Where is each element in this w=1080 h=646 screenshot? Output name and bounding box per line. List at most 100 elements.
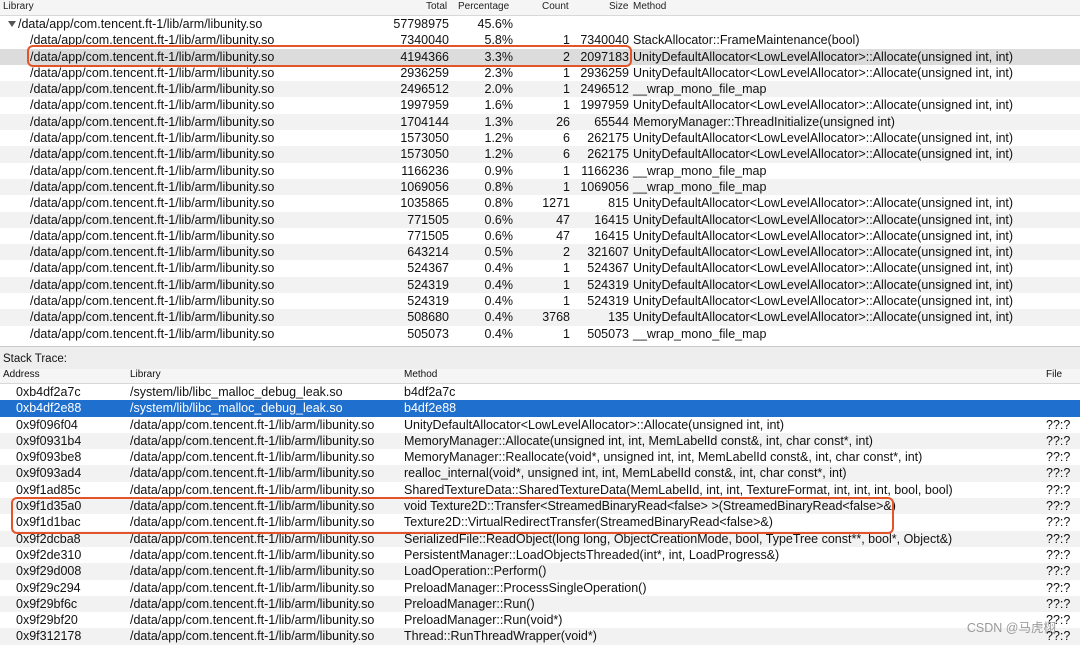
table-row[interactable]: /data/app/com.tencent.ft-1/lib/arm/libun…: [0, 260, 1080, 276]
stack-frame-row[interactable]: 0x9f1d1bac/data/app/com.tencent.ft-1/lib…: [0, 514, 1080, 530]
row-library: /data/app/com.tencent.ft-1/lib/arm/libun…: [30, 163, 275, 178]
row-library: /data/app/com.tencent.ft-1/lib/arm/libun…: [30, 114, 275, 129]
table-row[interactable]: /data/app/com.tencent.ft-1/lib/arm/libun…: [0, 65, 1080, 81]
row-library: /data/app/com.tencent.ft-1/lib/arm/libun…: [30, 179, 275, 194]
frame-file: ??:?: [1046, 564, 1071, 579]
row-percentage: 0.4%: [484, 294, 514, 309]
row-total: 1704144: [400, 114, 449, 129]
st-col-header-address[interactable]: Address: [3, 369, 40, 380]
stack-frame-row[interactable]: 0x9f2de310/data/app/com.tencent.ft-1/lib…: [0, 547, 1080, 563]
stack-frame-row[interactable]: 0x9f093ad4/data/app/com.tencent.ft-1/lib…: [0, 465, 1080, 482]
table-row[interactable]: /data/app/com.tencent.ft-1/lib/arm/libun…: [0, 178, 1080, 196]
disclosure-triangle-icon[interactable]: [8, 21, 16, 27]
stack-frame-row[interactable]: 0x9f312178/data/app/com.tencent.ft-1/lib…: [0, 628, 1080, 645]
row-library: /data/app/com.tencent.ft-1/lib/arm/libun…: [30, 131, 275, 146]
col-header-percentage[interactable]: Percentage: [458, 1, 509, 12]
row-method: UnityDefaultAllocator<LowLevelAllocator>…: [633, 277, 1014, 292]
stack-frame-row[interactable]: 0x9f093be8/data/app/com.tencent.ft-1/lib…: [0, 449, 1080, 465]
table-row[interactable]: /data/app/com.tencent.ft-1/lib/arm/libun…: [0, 211, 1080, 228]
st-col-header-library[interactable]: Library: [130, 369, 161, 380]
table-row[interactable]: /data/app/com.tencent.ft-1/lib/arm/libun…: [0, 309, 1080, 326]
row-percentage: 0.4%: [484, 277, 514, 292]
stack-frame-row[interactable]: 0xb4df2e88/system/lib/libc_malloc_debug_…: [0, 400, 1080, 417]
stack-trace-title: Stack Trace:: [3, 353, 67, 365]
row-size: 1166236: [581, 163, 629, 178]
row-size: 2097183: [580, 49, 629, 64]
table-row[interactable]: /data/app/com.tencent.ft-1/lib/arm/libun…: [0, 228, 1080, 244]
table-row[interactable]: /data/app/com.tencent.ft-1/lib/arm/libun…: [0, 244, 1080, 261]
row-total: 508680: [407, 310, 449, 325]
stack-frame-row[interactable]: 0xb4df2a7c/system/lib/libc_malloc_debug_…: [0, 384, 1080, 400]
table-row[interactable]: /data/app/com.tencent.ft-1/lib/arm/libun…: [0, 32, 1080, 48]
row-count: 1: [563, 163, 570, 178]
row-total: 1069056: [400, 179, 449, 194]
frame-file: ??:?: [1046, 547, 1071, 562]
col-header-size[interactable]: Size: [609, 1, 628, 12]
row-percentage: 5.8%: [484, 33, 514, 48]
row-size: 524319: [587, 277, 629, 292]
table-row[interactable]: /data/app/com.tencent.ft-1/lib/arm/libun…: [0, 195, 1080, 211]
frame-library: /data/app/com.tencent.ft-1/lib/arm/libun…: [130, 417, 375, 432]
table-row[interactable]: /data/app/com.tencent.ft-1/lib/arm/libun…: [0, 130, 1080, 146]
row-size: 524367: [587, 261, 629, 276]
st-col-header-file[interactable]: File: [1046, 369, 1062, 380]
allocations-table-body: /data/app/com.tencent.ft-1/lib/arm/libun…: [0, 16, 1080, 342]
row-library: /data/app/com.tencent.ft-1/lib/arm/libun…: [30, 326, 275, 341]
row-total: 1573050: [400, 131, 449, 146]
row-total: 2496512: [400, 82, 449, 97]
frame-library: /data/app/com.tencent.ft-1/lib/arm/libun…: [130, 629, 375, 644]
frame-address: 0xb4df2e88: [16, 401, 82, 416]
frame-library: /data/app/com.tencent.ft-1/lib/arm/libun…: [130, 547, 375, 562]
row-percentage: 0.8%: [484, 196, 514, 211]
stack-frame-row[interactable]: 0x9f1ad85c/data/app/com.tencent.ft-1/lib…: [0, 482, 1080, 498]
row-total: 524319: [407, 294, 449, 309]
col-header-library[interactable]: Library: [3, 1, 34, 12]
row-total: 7340040: [400, 33, 449, 48]
row-count: 6: [563, 131, 570, 146]
stack-frame-row[interactable]: 0x9f29d008/data/app/com.tencent.ft-1/lib…: [0, 563, 1080, 580]
row-size: 1997959: [580, 98, 629, 113]
stack-frame-row[interactable]: 0x9f29c294/data/app/com.tencent.ft-1/lib…: [0, 580, 1080, 596]
row-percentage: 1.6%: [484, 98, 514, 113]
table-row[interactable]: /data/app/com.tencent.ft-1/lib/arm/libun…: [0, 293, 1080, 309]
table-row[interactable]: /data/app/com.tencent.ft-1/lib/arm/libun…: [0, 113, 1080, 131]
frame-file: ??:?: [1046, 515, 1071, 530]
row-library: /data/app/com.tencent.ft-1/lib/arm/libun…: [30, 294, 275, 309]
frame-address: 0x9f1d35a0: [16, 499, 82, 514]
st-col-header-method[interactable]: Method: [404, 369, 437, 380]
frame-library: /system/lib/libc_malloc_debug_leak.so: [130, 401, 343, 416]
stack-frame-row[interactable]: 0x9f096f04/data/app/com.tencent.ft-1/lib…: [0, 417, 1080, 433]
row-method: UnityDefaultAllocator<LowLevelAllocator>…: [633, 196, 1014, 211]
table-row[interactable]: /data/app/com.tencent.ft-1/lib/arm/libun…: [0, 326, 1080, 342]
frame-method: MemoryManager::Allocate(unsigned int, in…: [404, 433, 873, 448]
frame-library: /data/app/com.tencent.ft-1/lib/arm/libun…: [130, 499, 375, 514]
row-method: UnityDefaultAllocator<LowLevelAllocator>…: [633, 131, 1014, 146]
stack-frame-row[interactable]: 0x9f1d35a0/data/app/com.tencent.ft-1/lib…: [0, 498, 1080, 515]
table-row-parent[interactable]: /data/app/com.tencent.ft-1/lib/arm/libun…: [0, 16, 1080, 32]
stack-frame-row[interactable]: 0x9f0931b4/data/app/com.tencent.ft-1/lib…: [0, 432, 1080, 450]
row-total: 524319: [407, 277, 449, 292]
table-row[interactable]: /data/app/com.tencent.ft-1/lib/arm/libun…: [0, 163, 1080, 179]
table-row[interactable]: /data/app/com.tencent.ft-1/lib/arm/libun…: [0, 146, 1080, 163]
table-row[interactable]: /data/app/com.tencent.ft-1/lib/arm/libun…: [0, 81, 1080, 98]
table-row[interactable]: /data/app/com.tencent.ft-1/lib/arm/libun…: [0, 276, 1080, 294]
col-header-total[interactable]: Total: [426, 1, 447, 12]
row-total: 2936259: [400, 65, 449, 80]
stack-frame-row[interactable]: 0x9f29bf6c/data/app/com.tencent.ft-1/lib…: [0, 595, 1080, 613]
frame-library: /data/app/com.tencent.ft-1/lib/arm/libun…: [130, 466, 375, 481]
row-library: /data/app/com.tencent.ft-1/lib/arm/libun…: [30, 33, 275, 48]
row-method: __wrap_mono_file_map: [633, 82, 767, 97]
row-method: __wrap_mono_file_map: [633, 179, 767, 194]
frame-address: 0x9f1d1bac: [16, 515, 81, 530]
table-row[interactable]: /data/app/com.tencent.ft-1/lib/arm/libun…: [0, 48, 1080, 65]
stack-frame-row[interactable]: 0x9f2dcba8/data/app/com.tencent.ft-1/lib…: [0, 530, 1080, 547]
frame-file: ??:?: [1046, 596, 1071, 611]
stack-frame-row[interactable]: 0x9f29bf20/data/app/com.tencent.ft-1/lib…: [0, 612, 1080, 628]
table-row[interactable]: /data/app/com.tencent.ft-1/lib/arm/libun…: [0, 97, 1080, 113]
frame-method: Texture2D::VirtualRedirectTransfer(Strea…: [404, 515, 773, 530]
row-size: 815: [608, 196, 629, 211]
col-header-method[interactable]: Method: [633, 1, 666, 12]
row-library: /data/app/com.tencent.ft-1/lib/arm/libun…: [30, 212, 275, 227]
row-count: 1271: [542, 196, 570, 211]
col-header-count[interactable]: Count: [542, 1, 569, 12]
